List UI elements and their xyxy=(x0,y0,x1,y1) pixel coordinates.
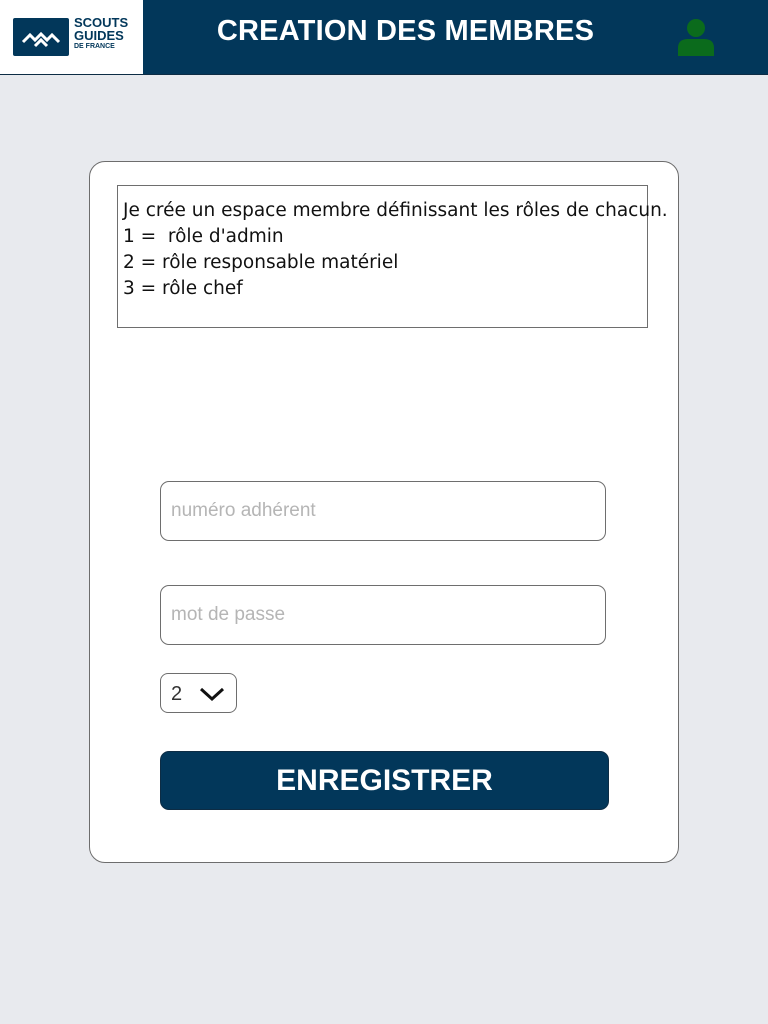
member-number-input[interactable] xyxy=(160,481,606,541)
password-input[interactable] xyxy=(160,585,606,645)
page-title: CREATION DES MEMBRES xyxy=(216,15,595,47)
chevron-down-icon xyxy=(199,687,225,702)
role-select[interactable]: 2 xyxy=(160,673,237,713)
description-line: 2 = rôle responsable matériel xyxy=(123,252,399,273)
logo-line-2: GUIDES xyxy=(74,28,124,43)
member-form-card: Je crée un espace membre définissant les… xyxy=(89,161,679,863)
description-line: 1 = rôle d'admin xyxy=(123,226,284,247)
logo: SCOUTS GUIDES DE FRANCE xyxy=(0,0,143,74)
description-box: Je crée un espace membre définissant les… xyxy=(117,185,668,328)
user-icon[interactable] xyxy=(676,18,716,56)
save-button[interactable]: ENREGISTRER xyxy=(160,751,609,810)
role-select-value: 2 xyxy=(171,683,183,705)
scouts-emblem-icon xyxy=(13,18,69,56)
logo-line-3: DE FRANCE xyxy=(74,43,115,50)
description-line: Je crée un espace membre définissant les… xyxy=(123,200,668,221)
header-bar: SCOUTS GUIDES DE FRANCE CREATION DES MEM… xyxy=(0,0,768,75)
description-line: 3 = rôle chef xyxy=(123,278,243,299)
logo-text: SCOUTS GUIDES DE FRANCE xyxy=(74,16,128,52)
